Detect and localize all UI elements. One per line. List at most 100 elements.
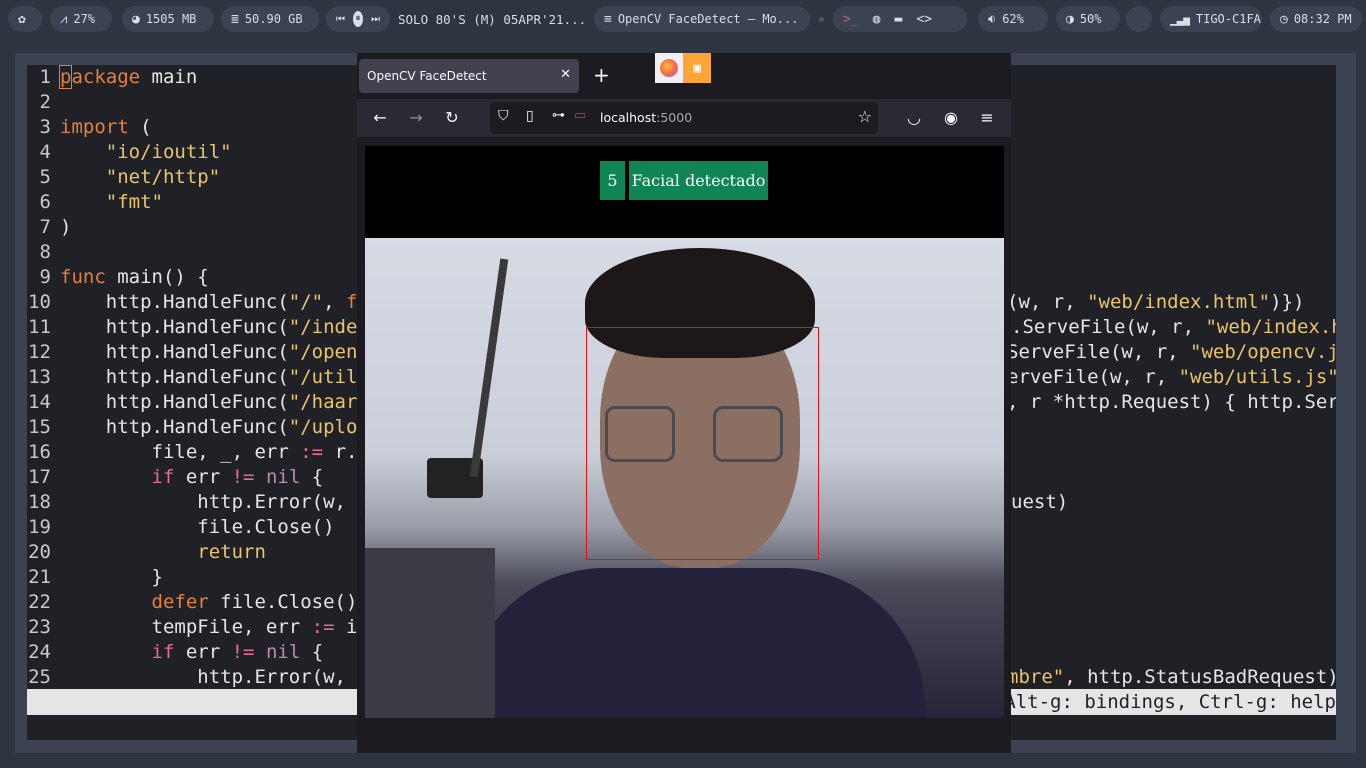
next-track-icon[interactable]: ⏭: [371, 14, 380, 25]
code-line: 1 package main: [27, 65, 197, 90]
tab-title: OpenCV FaceDetect: [367, 69, 487, 83]
string-literal: "fmt": [105, 191, 163, 213]
code-line: 11 http.HandleFunc("/index: [27, 315, 369, 340]
tab-opencv-facedetect[interactable]: OpenCV FaceDetect ✕: [359, 59, 579, 93]
tab-bar: OpenCV FaceDetect ✕ + ▣: [357, 53, 1011, 99]
line-number: 17: [28, 466, 51, 488]
media-controls: ⏮ ⏸ ⏭: [326, 6, 390, 32]
operator: !=: [231, 641, 255, 663]
pause-icon[interactable]: ⏸: [353, 11, 363, 27]
operator: :=: [311, 616, 335, 638]
code-text: file.Close(): [197, 516, 335, 538]
pocket-icon[interactable]: ◡: [903, 107, 925, 129]
wall-cable: [469, 258, 509, 478]
keyword-rest: ackage: [71, 66, 141, 88]
code-line: 5 "net/http": [27, 165, 221, 190]
code-text: (w, r,: [1007, 291, 1088, 313]
active-window-widget[interactable]: ≡ OpenCV FaceDetect — Mo...: [594, 6, 810, 32]
code-text: http.HandleFunc(: [105, 341, 289, 363]
forward-button[interactable]: →: [405, 107, 427, 129]
keyword: return: [197, 541, 266, 563]
code-text: http.HandleFunc(: [105, 416, 289, 438]
code-text: http.HandleFunc(: [105, 291, 289, 313]
code-line: 8: [27, 240, 51, 265]
account-avatar-icon[interactable]: ◉: [940, 107, 962, 129]
code-text: (: [128, 116, 152, 138]
terminal-icon[interactable]: >_: [843, 12, 859, 27]
line-number: 13: [28, 366, 51, 388]
cpu-widget[interactable]: ⩘ 27%: [50, 6, 112, 32]
permissions-icon[interactable]: ⊶: [552, 108, 565, 123]
new-tab-button[interactable]: +: [593, 63, 610, 87]
top-status-bar: ✿ ⩘ 27% ◕ 1505 MB ≣ 50.90 GB ⏮ ⏸ ⏭ SOLO …: [0, 0, 1366, 38]
previous-track-icon[interactable]: ⏮: [336, 14, 345, 25]
page-viewport: 5 Facial detectado: [365, 146, 1004, 718]
camera-sharing-indicator[interactable]: ▣: [683, 53, 711, 83]
status-help-hint: Alt-g: bindings, Ctrl-g: help: [1004, 691, 1336, 713]
code-text: tempFile, err: [151, 616, 312, 638]
close-tab-icon[interactable]: ✕: [560, 67, 571, 82]
firefox-indicator: [655, 53, 683, 83]
wifi-widget[interactable]: ▁▃▅ TIGO-C1FA: [1160, 6, 1262, 32]
media-title: SOLO 80'S (M) 05APR'21...: [398, 11, 587, 27]
tray-button[interactable]: [1126, 6, 1152, 32]
code-fragment: uest): [1011, 491, 1069, 513]
signal-icon: ▁▃▅: [1170, 12, 1190, 26]
keyword: defer: [151, 591, 209, 613]
code-fragment: ServeFile(w, r, "web/opencv.js: [1007, 340, 1336, 365]
clock-widget[interactable]: ◷ 08:32 PM: [1270, 6, 1362, 32]
cpu-chart-icon: ⩘: [60, 11, 68, 27]
string-literal: "web/index.html": [1087, 291, 1271, 313]
volume-widget[interactable]: 🔉︎ 62%: [978, 6, 1048, 32]
navigation-toolbar: ← → ↻ ⛉ ▯ ⊶ ▭ localhost:5000 ☆ ◡ ◉ ≡: [357, 99, 1011, 137]
nil-literal: nil: [254, 641, 301, 663]
code-line: 22 defer file.Close(): [27, 590, 357, 615]
code-line: 25 http.Error(w, ": [27, 665, 369, 690]
folder-icon[interactable]: ▬: [894, 12, 902, 27]
code-text: main: [140, 66, 198, 88]
string-literal: "web/opencv.js: [1190, 341, 1336, 363]
url-text[interactable]: localhost:5000: [600, 110, 692, 125]
keyword: func: [60, 266, 106, 288]
keyword: import: [60, 116, 129, 138]
launcher-button[interactable]: ✿: [8, 6, 42, 32]
code-line: 7): [27, 215, 72, 240]
string-literal: "net/http": [105, 166, 221, 188]
memory-pie-icon: ◕: [132, 11, 140, 27]
code-text: , http.StatusBadRequest): [1064, 666, 1336, 688]
code-fragment: .ServeFile(w, r, "web/index.ht: [1011, 315, 1336, 340]
code-line: 17 if err != nil {: [27, 465, 323, 490]
code-text: file, _, err: [151, 441, 301, 463]
code-text: {: [300, 466, 324, 488]
code-text: http.HandleFunc(: [105, 366, 289, 388]
globe-icon[interactable]: ◍: [873, 12, 881, 27]
memory-widget[interactable]: ◕ 1505 MB: [122, 6, 214, 32]
url-bar[interactable]: ⛉ ▯ ⊶ ▭ localhost:5000 ☆: [490, 102, 878, 134]
code-text: file.Close(): [208, 591, 358, 613]
person-body: [465, 568, 925, 718]
hamburger-menu-icon[interactable]: ≡: [976, 107, 998, 129]
code-line: 21 }: [27, 565, 163, 590]
operator: !=: [231, 466, 255, 488]
code-text: }: [151, 566, 163, 588]
code-fragment: mbre", http.StatusBadRequest): [1007, 665, 1336, 690]
shield-icon[interactable]: ⛉: [498, 108, 509, 124]
back-button[interactable]: ←: [369, 107, 391, 129]
memory-value: 1505 MB: [145, 12, 197, 26]
code-line: 10 http.HandleFunc("/", fu: [27, 290, 369, 315]
url-host: localhost: [600, 110, 657, 125]
brightness-widget[interactable]: ◑ 50%: [1056, 6, 1120, 32]
brightness-icon: ◑: [1066, 11, 1074, 27]
code-line: 20 return: [27, 540, 266, 565]
disk-widget[interactable]: ≣ 50.90 GB: [221, 6, 319, 32]
bookmark-star-icon[interactable]: ☆: [858, 107, 872, 126]
code-line: 19 file.Close(): [27, 515, 334, 540]
code-icon[interactable]: <>: [916, 12, 932, 27]
code-text: ,: [323, 291, 347, 313]
page-icon[interactable]: ▯: [526, 108, 534, 124]
workspace-dot[interactable]: [819, 17, 824, 22]
camera-in-use-icon[interactable]: ▭: [574, 108, 586, 123]
reload-button[interactable]: ↻: [441, 107, 463, 129]
quick-launch: >_ ◍ ▬ <>: [833, 6, 967, 32]
brightness-value: 50%: [1079, 12, 1102, 26]
